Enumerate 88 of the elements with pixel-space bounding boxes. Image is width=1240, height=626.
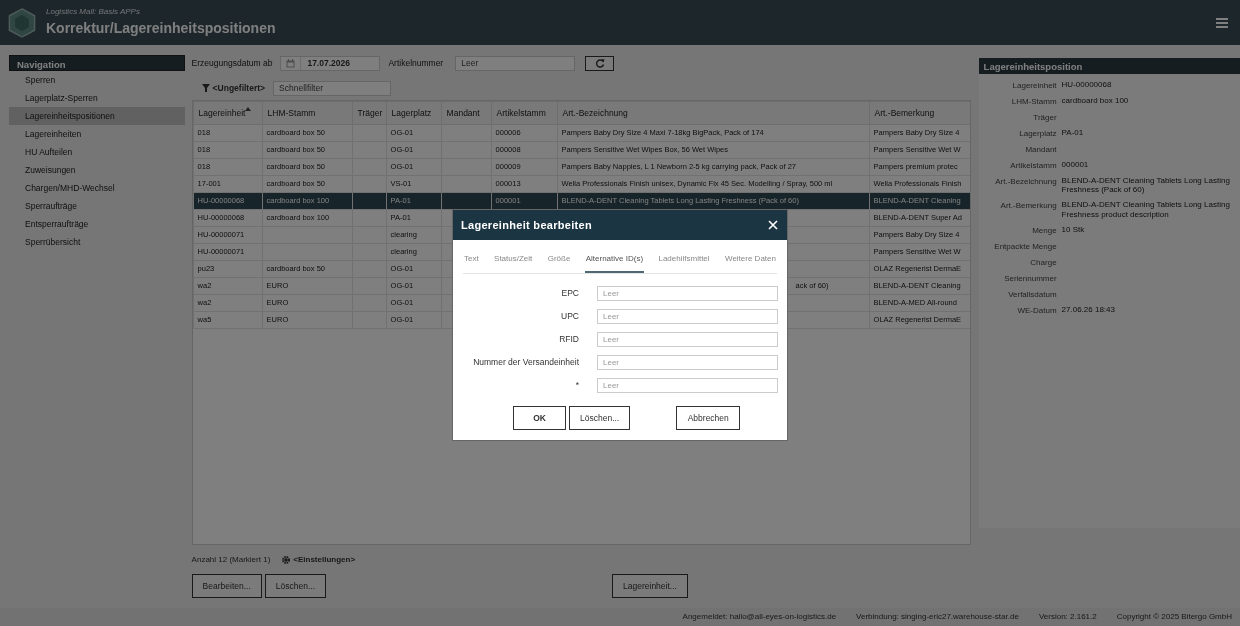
logo-icon	[8, 7, 36, 38]
field-label: UPC	[560, 310, 579, 323]
field-value: PA-01	[1061, 127, 1085, 138]
navigation-header: Navigation	[9, 55, 185, 71]
dialog-button[interactable]: OK	[513, 406, 566, 430]
filter-icon	[201, 84, 210, 92]
app-subtitle: Logistics Mall: Basis APPs	[46, 6, 141, 18]
field-label: Träger	[1032, 112, 1058, 124]
status-text: Copyright © 2025 Bitergo GmbH	[1116, 611, 1232, 623]
calendar-icon	[286, 58, 296, 68]
menu-icon[interactable]	[1216, 17, 1228, 28]
column-header[interactable]: LHM-Stamm	[262, 101, 353, 125]
panel-header: Lagereinheitsposition	[978, 58, 1240, 74]
dialog-button[interactable]: Abbrechen	[676, 406, 741, 430]
field-label: LHM-Stamm	[1010, 96, 1058, 108]
close-icon	[767, 219, 779, 231]
column-header[interactable]: Träger	[352, 101, 387, 125]
nav-item[interactable]: Lagereinheiten	[9, 125, 185, 143]
dialog-button[interactable]: Löschen...	[569, 406, 631, 430]
article-number-field[interactable]: Leer	[455, 55, 576, 71]
dialog-tab[interactable]: Ladehilfsmittel	[657, 249, 711, 273]
nav-item[interactable]: Sperren	[9, 71, 185, 89]
field-value: BLEND-A-DENT Cleaning Tablets Long Lasting Freshness (Pack of 60)	[1061, 175, 1231, 195]
field-value: 27.06.26 18:43	[1061, 303, 1116, 314]
input-field[interactable]: Leer	[597, 332, 778, 347]
action-button[interactable]: Lagereinheit...	[612, 574, 688, 598]
quick-filter-field[interactable]: Schnellfilter	[273, 80, 392, 96]
field-label: Erzeugungsdatum ab	[191, 56, 273, 70]
action-button[interactable]: Löschen...	[264, 574, 327, 598]
column-header[interactable]: Lagereinheit	[193, 101, 263, 125]
nav-item[interactable]: Lagereinheitspositionen	[9, 107, 185, 125]
column-header[interactable]: Art.-Bemerkung	[869, 101, 970, 125]
sort-icon	[245, 106, 252, 111]
dialog-title: Lagereinheit bearbeiten	[461, 217, 592, 233]
column-header[interactable]: Lagerplatz	[386, 101, 442, 125]
field-label: RFID	[558, 333, 579, 346]
dialog-tab[interactable]: Text	[463, 249, 480, 273]
column-header[interactable]: Artikelstamm	[491, 101, 558, 125]
input-field[interactable]: Leer	[597, 355, 778, 370]
settings-link[interactable]: <Einstellungen>	[282, 554, 356, 566]
field-value: BLEND-A-DENT Cleaning Tablets Long Lasting Freshness product description	[1061, 199, 1231, 219]
filter-status[interactable]: <Ungefiltert>	[212, 81, 266, 95]
refresh-icon	[594, 58, 605, 68]
column-header[interactable]: Art.-Bezeichnung	[557, 101, 870, 125]
field-label: Artikelnummer	[388, 56, 444, 70]
field-label: Nummer der Versandeinheit	[472, 356, 579, 369]
field-label: Menge	[1031, 224, 1058, 237]
field-value: 000001	[1061, 159, 1090, 170]
field-label: WE-Datum	[1016, 304, 1058, 317]
nav-item[interactable]: Entsperraufträge	[9, 215, 185, 233]
field-label: Art.-Bemerkung	[999, 200, 1058, 213]
date-field[interactable]: 17.07.2026	[280, 55, 381, 71]
field-label: Mandant	[1024, 144, 1058, 156]
field-label: Lagerplatz	[1018, 128, 1058, 140]
field-label: Verfallsdatum	[1007, 288, 1058, 301]
column-header[interactable]: Mandant	[441, 101, 492, 125]
field-label: Lagereinheit	[1011, 80, 1058, 92]
status-text: Angemeldet: hallo@all-eyes-on-logistics.de	[682, 611, 837, 623]
dialog-tab[interactable]: Status/Zeit	[493, 249, 534, 273]
status-text: Verbindung: singing-eric27.warehouse-star.de	[856, 611, 1019, 623]
nav-item[interactable]: Lagerplatz-Sperren	[9, 89, 185, 107]
field-label: Artikelstamm	[1009, 160, 1058, 172]
field-label: *	[574, 379, 579, 392]
input-field[interactable]: Leer	[597, 286, 778, 301]
field-value: 10 Stk	[1061, 223, 1086, 234]
settings-icon	[282, 556, 291, 564]
input-field[interactable]: Leer	[597, 378, 778, 393]
status-text: Version: 2.161.2	[1038, 611, 1097, 623]
page-title: Korrektur/Lagereinheitspositionen	[46, 19, 276, 38]
nav-item[interactable]: HU Aufteilen	[9, 143, 185, 161]
field-label: Entpackte Menge	[993, 240, 1058, 253]
nav-item[interactable]: Zuweisungen	[9, 161, 185, 179]
dialog-tab[interactable]: Weitere Daten	[723, 249, 777, 273]
refresh-button[interactable]	[585, 55, 615, 71]
dialog-tab[interactable]: Alternative ID(s)	[584, 249, 645, 273]
field-label: Seriennummer	[1003, 272, 1058, 285]
field-value: HU-00000068	[1061, 79, 1113, 90]
nav-item[interactable]: Sperrübersicht	[9, 233, 185, 251]
close-button[interactable]	[767, 219, 779, 231]
record-count: Anzahl 12 (Markiert 1)	[191, 554, 271, 566]
nav-item[interactable]: Sperraufträge	[9, 197, 185, 215]
field-label: Art.-Bezeichnung	[994, 176, 1058, 188]
action-button[interactable]: Bearbeiten...	[191, 574, 262, 598]
field-value: cardboard box 100	[1061, 95, 1130, 106]
input-field[interactable]: Leer	[597, 309, 778, 324]
field-label: Charge	[1029, 256, 1058, 269]
dialog-tab[interactable]: Größe	[546, 249, 572, 273]
nav-item[interactable]: Chargen/MHD-Wechsel	[9, 179, 185, 197]
